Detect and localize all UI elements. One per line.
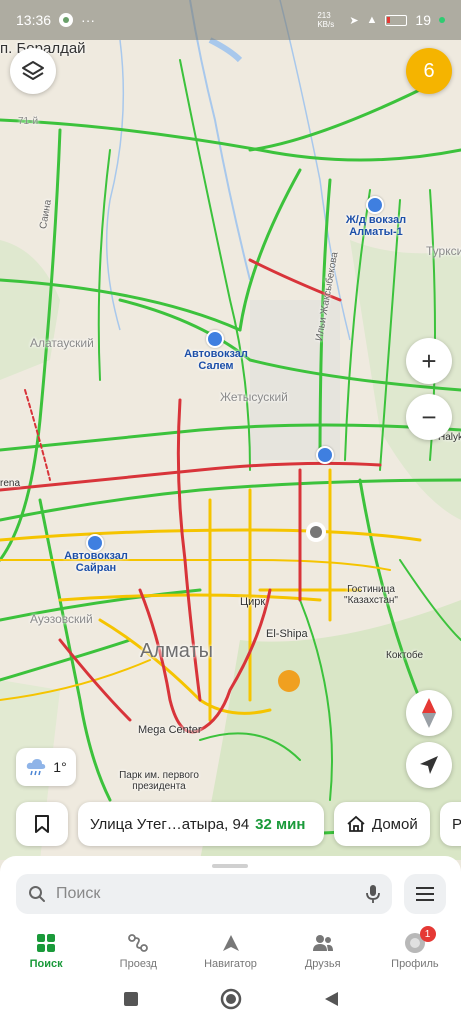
my-location-button[interactable]: [406, 742, 452, 788]
route-eta: 32 мин: [255, 815, 306, 833]
network-speed: 213 KB/s: [317, 11, 335, 29]
menu-icon: [416, 887, 434, 889]
battery-level: 19: [415, 12, 431, 28]
label-alatau: Алатауский: [30, 336, 94, 350]
label-auezov: Ауэзовский: [30, 612, 93, 626]
compass-icon: [422, 698, 436, 728]
status-bar: 13:36 ··· 213 KB/s ➤ ▲ 19: [0, 0, 461, 40]
tab-navigator[interactable]: Навигатор: [184, 926, 276, 976]
battery-icon: [385, 14, 408, 26]
privacy-dot-icon: [439, 17, 445, 23]
compass-button[interactable]: [406, 690, 452, 736]
navigator-icon: [220, 932, 242, 954]
bookmark-icon: [35, 815, 49, 833]
battery-fill: [387, 16, 391, 23]
profile-notification-badge: 1: [419, 926, 436, 942]
label-circus: Цирк: [240, 596, 266, 608]
route-chip[interactable]: Улица Утег…атыра, 94 32 мин: [78, 802, 324, 846]
bus-station-icon[interactable]: [206, 330, 224, 348]
microphone-icon[interactable]: [366, 884, 380, 904]
tab-route[interactable]: Проезд: [92, 926, 184, 976]
status-time: 13:36: [16, 12, 52, 28]
tab-profile[interactable]: 1 Профиль: [369, 926, 461, 976]
location-icon: ➤: [349, 14, 359, 27]
tab-bar: Поиск Проезд Навигатор Друзья 1 Профиль: [0, 926, 461, 976]
tab-route-label: Проезд: [119, 958, 157, 970]
grid-icon: [35, 932, 57, 954]
tab-search[interactable]: Поиск: [0, 926, 92, 976]
label-road-71: 71-й: [18, 116, 39, 127]
quick-routes: Улица Утег…атыра, 94 32 мин Домой Р: [0, 802, 461, 848]
menu-button[interactable]: [404, 874, 446, 914]
train-station-icon[interactable]: [366, 196, 384, 214]
weather-temp: 1°: [53, 759, 67, 775]
label-ab-salem[interactable]: Автовокзал Салем: [176, 348, 256, 372]
search-input[interactable]: Поиск: [56, 885, 356, 903]
more-notifications-icon: ···: [81, 12, 96, 28]
layers-icon: [22, 61, 44, 80]
label-arena: rena: [0, 478, 21, 489]
home-label: Домой: [372, 815, 418, 833]
tab-navigator-label: Навигатор: [204, 958, 257, 970]
map[interactable]: п. Боралдай 71-й Саина Алатауский Жетысу…: [0, 0, 461, 860]
signal-icon: ▲: [366, 14, 378, 26]
recent-apps-icon[interactable]: [122, 990, 140, 1008]
layers-button[interactable]: [10, 48, 56, 94]
label-elship: El-Shipa: [266, 628, 308, 640]
system-navigation: [0, 974, 461, 1024]
route-destination: Улица Утег…атыра, 94: [90, 815, 250, 833]
weather-widget[interactable]: 1°: [16, 748, 76, 786]
rain-cloud-icon: [27, 759, 46, 776]
route-icon: [127, 932, 149, 954]
label-park: Парк им. первого президента: [119, 770, 199, 792]
home-icon: [347, 815, 365, 832]
zoom-out-button[interactable]: −: [406, 394, 452, 440]
label-turksib: Турксиб: [426, 244, 461, 258]
home-circle-icon[interactable]: [220, 988, 242, 1010]
whatsapp-icon: [59, 13, 74, 27]
zoom-in-button[interactable]: +: [406, 338, 452, 384]
label-city: Алматы: [140, 640, 213, 662]
bookmarks-chip[interactable]: [16, 802, 68, 846]
work-label: Р: [452, 815, 461, 833]
label-hotel: Гостиница "Казахстан": [344, 584, 398, 606]
label-ab-sairan[interactable]: Автовокзал Сайран: [56, 550, 136, 574]
sheet-handle[interactable]: [212, 864, 248, 868]
home-chip[interactable]: Домой: [334, 802, 430, 846]
tab-search-label: Поиск: [29, 958, 63, 970]
work-chip[interactable]: Р: [440, 802, 461, 846]
tab-friends-label: Друзья: [304, 958, 341, 970]
search-icon: [29, 886, 45, 902]
map-roads: [0, 0, 461, 860]
label-station[interactable]: Ж/д вокзал Алматы-1: [336, 214, 416, 238]
tab-friends[interactable]: Друзья: [277, 926, 369, 976]
label-koktobe: Коктобе: [386, 650, 424, 661]
traffic-level-button[interactable]: 6: [406, 48, 452, 94]
label-zhetysu: Жетысуский: [220, 390, 288, 404]
tab-profile-label: Профиль: [391, 958, 439, 970]
label-mega: Mega Center: [138, 724, 202, 736]
search-bar[interactable]: Поиск: [16, 874, 392, 914]
back-icon[interactable]: [322, 990, 340, 1008]
navigation-arrow-icon: [420, 756, 438, 774]
transit-icon[interactable]: [316, 446, 334, 464]
friends-icon: [312, 932, 334, 954]
